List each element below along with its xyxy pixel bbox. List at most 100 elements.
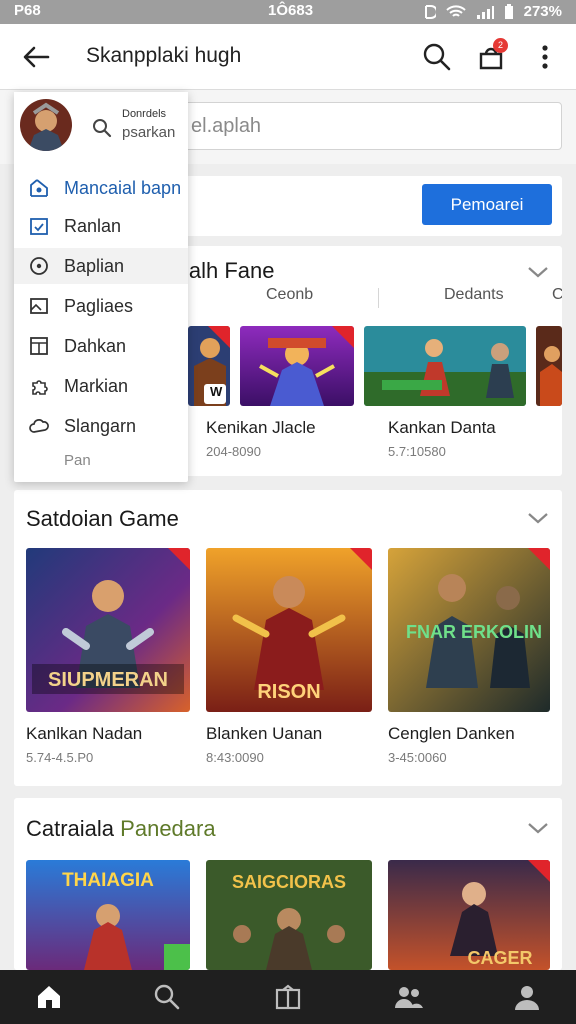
game-thumbnail[interactable]: RISON [206, 548, 372, 712]
drawer-item-label: Pagliaes [64, 295, 134, 316]
image-icon [30, 298, 48, 314]
home-icon[interactable] [34, 982, 64, 1012]
corner-flag [350, 548, 372, 570]
search-icon[interactable] [92, 118, 112, 138]
status-time: 1Ô683 [268, 2, 314, 19]
section-title: Satdoian Game [26, 506, 179, 531]
game-name[interactable]: Blanken Uanan [206, 724, 322, 744]
game-thumbnail[interactable]: FNAR ERKOLIN [388, 548, 550, 712]
game-thumbnail[interactable] [364, 326, 526, 406]
game-thumbnail[interactable]: SIUPMERAN [26, 548, 190, 712]
bottom-nav [0, 970, 576, 1024]
game-meta: 8:43:0090 [206, 750, 264, 765]
art-title: SAIGCIORAS [232, 872, 346, 892]
game-badge: W [210, 384, 223, 399]
game-thumbnail[interactable]: CAGER [388, 860, 550, 970]
drawer-item-target[interactable]: Baplian [14, 248, 188, 284]
search-icon[interactable] [152, 982, 182, 1012]
section-title-accent: Panedara [120, 816, 216, 841]
drawer-header-caption: Donrdels [122, 108, 167, 120]
drawer-header: Donrdels psarkan [14, 92, 188, 162]
status-bar: P68 1Ô683 273% [0, 0, 576, 24]
tab-divider [378, 288, 379, 308]
game-thumbnail[interactable]: THAIAGIA [26, 860, 190, 970]
drawer-item-label: Ranlan [64, 215, 122, 236]
profile-icon[interactable] [512, 982, 542, 1012]
sync-icon [424, 4, 436, 19]
chevron-down-icon[interactable] [526, 820, 550, 836]
game-name[interactable]: Kankan Danta [388, 418, 496, 438]
app-bar: Skanpplaki hugh 2 [0, 24, 576, 90]
search-input[interactable] [181, 103, 541, 149]
corner-flag [208, 326, 230, 348]
drawer-item-label: Mancaial bapn [64, 177, 182, 198]
corner-flag [528, 860, 550, 882]
layout-icon [30, 337, 48, 355]
section-title: Catraiala Panedara [26, 816, 216, 842]
search-icon[interactable] [420, 40, 454, 74]
art-title: THAIAGIA [62, 870, 154, 891]
drawer-footer[interactable]: Pan [64, 452, 91, 469]
section-title-main: Catraiala [26, 816, 115, 841]
friends-icon[interactable] [394, 982, 424, 1012]
section-title: lalh Fane [184, 258, 275, 283]
more-vert-icon[interactable] [528, 40, 562, 74]
notification-badge: 2 [493, 38, 508, 53]
target-icon [30, 257, 48, 275]
art-title: FNAR ERKOLIN [406, 622, 542, 642]
drawer-item-cloud[interactable]: Slangarn [14, 408, 188, 444]
chevron-down-icon[interactable] [526, 510, 550, 526]
back-arrow-icon[interactable] [20, 42, 52, 72]
game-meta: 3-45:0060 [388, 750, 447, 765]
drawer-menu: Donrdels psarkan Mancaial bapn Ranlan Ba… [14, 92, 188, 482]
corner-flag [528, 548, 550, 570]
chevron-down-icon[interactable] [526, 264, 550, 280]
corner-flag [168, 548, 190, 570]
drawer-item-label: Slangarn [64, 415, 137, 436]
drawer-item-label: Markian [64, 375, 129, 396]
game-meta: 204-8090 [206, 444, 261, 459]
status-left-text: P68 [14, 2, 41, 19]
avatar[interactable] [20, 99, 72, 151]
drawer-item-calendar[interactable]: Ranlan [14, 208, 188, 244]
drawer-header-subtitle: psarkan [122, 124, 176, 141]
section-catalog: Catraiala Panedara THAIAGIA SAIGCIORAS C… [14, 798, 562, 970]
tab-third[interactable]: C [552, 286, 562, 304]
page-title: Skanpplaki hugh [86, 44, 242, 67]
game-meta: 5.74-4.5.P0 [26, 750, 94, 765]
drawer-item-dashboard[interactable]: Mancaial bapn [14, 170, 188, 206]
tab-second[interactable]: Dedants [444, 286, 504, 304]
drawer-item-puzzle[interactable]: Markian [14, 368, 188, 404]
gift-icon[interactable] [273, 982, 303, 1012]
drawer-item-label: Baplian [64, 255, 125, 276]
game-thumbnail[interactable] [240, 326, 354, 406]
game-thumbnail[interactable] [536, 326, 562, 406]
wifi-icon [445, 4, 466, 17]
drawer-item-label: Dahkan [64, 335, 127, 356]
art-title: RISON [257, 681, 320, 703]
search-box[interactable] [180, 102, 562, 150]
calendar-icon [30, 218, 48, 235]
section-standard-games: Satdoian Game SIUPMERAN RISON FNAR ERKOL… [14, 490, 562, 786]
cloud-icon [29, 419, 49, 433]
game-name[interactable]: Cenglen Danken [388, 724, 515, 744]
signal-icon [476, 5, 494, 19]
drawer-item-layout[interactable]: Dahkan [14, 328, 188, 364]
status-icons: 273% [424, 3, 562, 20]
art-title: SIUPMERAN [48, 669, 168, 691]
dashboard-icon [30, 179, 48, 197]
tab-first[interactable]: Ceonb [266, 286, 313, 304]
battery-text: 273% [523, 3, 562, 20]
drawer-item-gallery[interactable]: Pagliaes [14, 288, 188, 324]
game-meta: 5.7:10580 [388, 444, 446, 459]
notifications-button[interactable]: 2 [474, 38, 508, 74]
primary-action-button[interactable]: Pemoarei [422, 184, 552, 225]
puzzle-icon [32, 380, 48, 395]
game-name[interactable]: Kanlkan Nadan [26, 724, 142, 744]
game-thumbnail[interactable] [188, 326, 230, 406]
art-title: CAGER [467, 948, 532, 968]
corner-flag [332, 326, 354, 348]
battery-icon [504, 3, 513, 19]
game-name[interactable]: Kenikan Jlacle [206, 418, 316, 438]
game-thumbnail[interactable]: SAIGCIORAS [206, 860, 372, 970]
